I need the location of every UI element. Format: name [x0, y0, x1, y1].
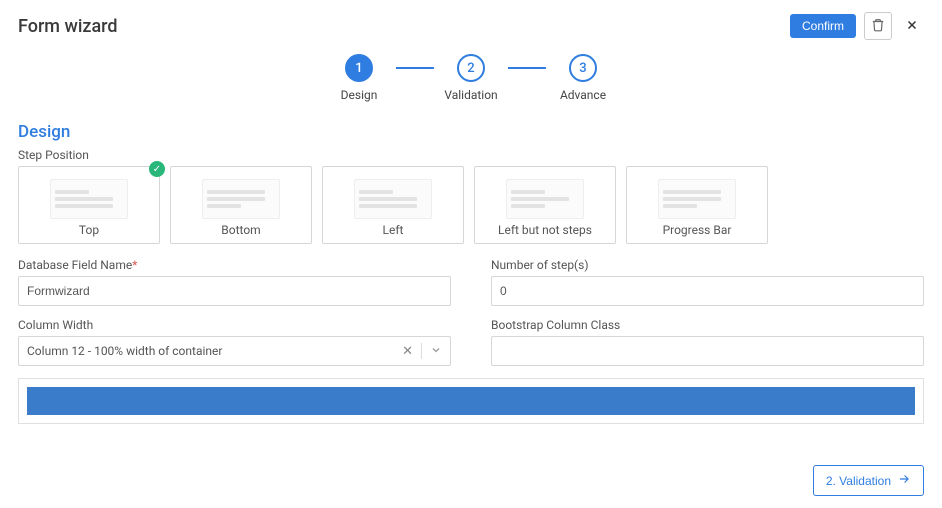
step-number: 1	[345, 54, 373, 82]
thumbnail	[658, 179, 736, 219]
page-header: Form wizard Confirm	[18, 12, 924, 40]
option-label: Left	[383, 223, 404, 237]
thumbnail	[50, 179, 128, 219]
col-width-label: Column Width	[18, 318, 451, 332]
step-validation[interactable]: 2 Validation	[434, 54, 508, 102]
position-option-left-no-steps[interactable]: ✓ Left but not steps	[474, 166, 616, 244]
option-label: Bottom	[221, 223, 260, 237]
num-steps-input[interactable]	[491, 276, 924, 306]
trash-icon	[871, 18, 885, 35]
chevron-down-icon[interactable]	[430, 344, 442, 359]
stepper: 1 Design 2 Validation 3 Advance	[18, 54, 924, 102]
option-label: Left but not steps	[498, 223, 592, 237]
step-number: 3	[569, 54, 597, 82]
wizard-footer: 2. Validation	[813, 465, 924, 496]
col-width-select[interactable]: Column 12 - 100% width of container ✕	[18, 336, 451, 366]
divider	[421, 343, 422, 359]
position-option-top[interactable]: ✓ Top	[18, 166, 160, 244]
step-label: Validation	[444, 88, 497, 102]
option-label: Progress Bar	[663, 223, 732, 237]
step-label: Advance	[560, 88, 606, 102]
preview-bar	[27, 387, 915, 415]
position-option-progress-bar[interactable]: ✓ Progress Bar	[626, 166, 768, 244]
step-design[interactable]: 1 Design	[322, 54, 396, 102]
db-name-label: Database Field Name*	[18, 258, 451, 272]
confirm-button[interactable]: Confirm	[790, 14, 856, 38]
close-button[interactable]	[900, 14, 924, 38]
next-label: 2. Validation	[826, 474, 891, 488]
page-title: Form wizard	[18, 16, 118, 37]
select-value: Column 12 - 100% width of container	[27, 344, 222, 358]
select-controls: ✕	[402, 343, 442, 359]
close-icon	[905, 16, 919, 37]
thumbnail	[202, 179, 280, 219]
delete-button[interactable]	[864, 12, 892, 40]
check-icon: ✓	[149, 161, 165, 177]
db-name-input[interactable]	[18, 276, 451, 306]
position-option-bottom[interactable]: ✓ Bottom	[170, 166, 312, 244]
step-position-label: Step Position	[18, 148, 924, 162]
num-steps-label: Number of step(s)	[491, 258, 924, 272]
thumbnail	[506, 179, 584, 219]
step-advance[interactable]: 3 Advance	[546, 54, 620, 102]
step-connector	[396, 67, 434, 69]
clear-icon[interactable]: ✕	[402, 344, 413, 359]
step-number: 2	[457, 54, 485, 82]
column-preview	[18, 378, 924, 424]
thumbnail	[354, 179, 432, 219]
section-title: Design	[18, 122, 924, 142]
position-option-left[interactable]: ✓ Left	[322, 166, 464, 244]
option-label: Top	[79, 223, 99, 237]
step-label: Design	[341, 88, 378, 102]
bs-class-input[interactable]	[491, 336, 924, 366]
next-button[interactable]: 2. Validation	[813, 465, 924, 496]
arrow-right-icon	[897, 472, 911, 489]
step-position-options: ✓ Top ✓ Bottom ✓ Left ✓ Left but not	[18, 166, 924, 244]
bs-class-label: Bootstrap Column Class	[491, 318, 924, 332]
step-connector	[508, 67, 546, 69]
header-actions: Confirm	[790, 12, 924, 40]
